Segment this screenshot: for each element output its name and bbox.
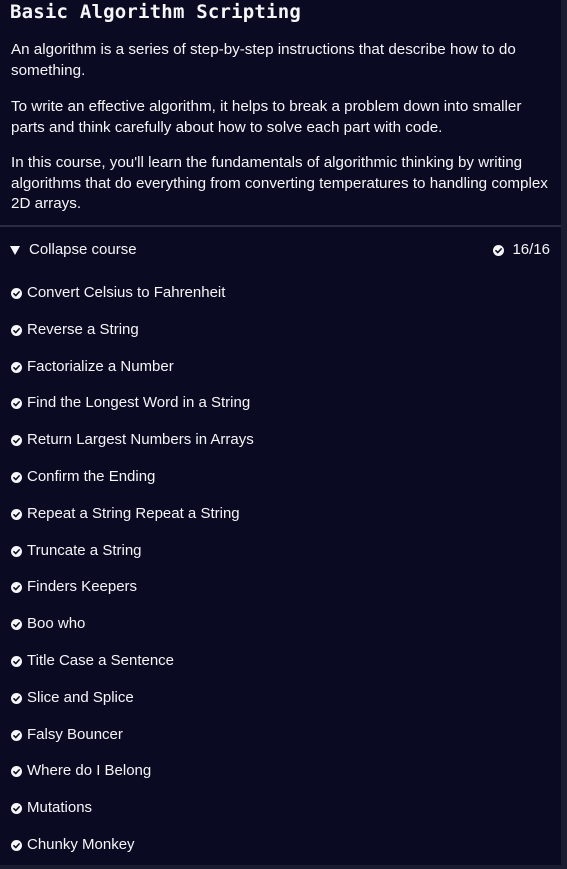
course-progress: 16/16: [493, 241, 550, 259]
challenge-link[interactable]: Return Largest Numbers in Arrays: [0, 422, 561, 459]
challenge-link[interactable]: Title Case a Sentence: [0, 643, 561, 680]
challenge-link[interactable]: Find the Longest Word in a String: [0, 385, 561, 422]
check-circle-icon: [11, 471, 22, 483]
check-circle-icon: [11, 839, 22, 851]
challenge-title: Boo who: [27, 615, 86, 633]
check-circle-icon: [11, 545, 22, 557]
course-intro-paragraph: To write an effective algorithm, it help…: [11, 98, 522, 136]
challenge-link[interactable]: Chunky Monkey: [0, 827, 561, 864]
collapse-course-label: Collapse course: [29, 241, 137, 258]
challenge-link[interactable]: Confirm the Ending: [0, 459, 561, 496]
challenge-link[interactable]: Repeat a String Repeat a String: [0, 496, 561, 533]
check-circle-icon: [11, 361, 22, 373]
course-title: Basic Algorithm Scripting: [10, 1, 301, 23]
check-circle-icon: [11, 803, 22, 815]
check-circle-icon: [11, 324, 22, 336]
challenge-title: Reverse a String: [27, 320, 139, 338]
challenge-title: Find the Longest Word in a String: [27, 394, 251, 412]
course-intro-paragraph: An algorithm is a series of step-by-step…: [11, 41, 516, 79]
challenge-title: Return Largest Numbers in Arrays: [27, 431, 254, 449]
check-circle-icon: [11, 619, 22, 631]
challenge-title: Confirm the Ending: [27, 467, 156, 485]
challenge-link[interactable]: Boo who: [0, 606, 561, 643]
scroll-edge: [561, 0, 567, 869]
check-circle-icon: [11, 435, 22, 447]
challenge-list: Convert Celsius to Fahrenheit Reverse a S…: [0, 275, 561, 864]
challenge-link[interactable]: Slice and Splice: [0, 680, 561, 717]
check-circle-icon: [11, 288, 22, 299]
challenge-title: Convert Celsius to Fahrenheit: [27, 284, 226, 301]
challenge-link[interactable]: Mutations: [0, 790, 561, 827]
challenge-title: Finders Keepers: [27, 578, 138, 596]
check-circle-icon: [11, 582, 22, 594]
challenge-link[interactable]: Reverse a String: [0, 312, 561, 349]
check-circle-icon: [11, 655, 22, 667]
check-circle-icon: [11, 692, 22, 704]
check-circle-icon: [11, 729, 22, 741]
challenge-title: Truncate a String: [27, 541, 142, 559]
collapse-course-button[interactable]: Collapse course 16/16: [0, 227, 561, 273]
challenge-title: Where do I Belong: [27, 762, 152, 780]
course-intro-paragraph: In this course, you'll learn the fundame…: [11, 154, 548, 212]
check-circle-icon: [493, 244, 505, 256]
challenge-title: Slice and Splice: [27, 688, 134, 706]
triangle-down-icon: [10, 246, 20, 255]
check-circle-icon: [11, 766, 22, 778]
challenge-title: Factorialize a Number: [27, 357, 174, 375]
progress-count: 16/16: [512, 241, 550, 258]
challenge-link[interactable]: Convert Celsius to Fahrenheit: [0, 275, 561, 312]
bottom-edge: [0, 865, 567, 869]
challenge-link[interactable]: Truncate a String: [0, 533, 561, 570]
challenge-title: Mutations: [27, 799, 93, 817]
challenge-link[interactable]: Falsy Bouncer: [0, 717, 561, 754]
challenge-link[interactable]: Finders Keepers: [0, 569, 561, 606]
challenge-title: Falsy Bouncer: [27, 725, 123, 743]
challenge-title: Title Case a Sentence: [27, 651, 175, 669]
course-block: Basic Algorithm Scripting An algorithm i…: [0, 0, 561, 865]
challenge-link[interactable]: Where do I Belong: [0, 753, 561, 790]
challenge-title: Repeat a String Repeat a String: [27, 504, 240, 522]
challenge-link[interactable]: Factorialize a Number: [0, 349, 561, 386]
challenge-title: Chunky Monkey: [27, 835, 135, 853]
check-circle-icon: [11, 398, 22, 410]
check-circle-icon: [11, 508, 22, 520]
